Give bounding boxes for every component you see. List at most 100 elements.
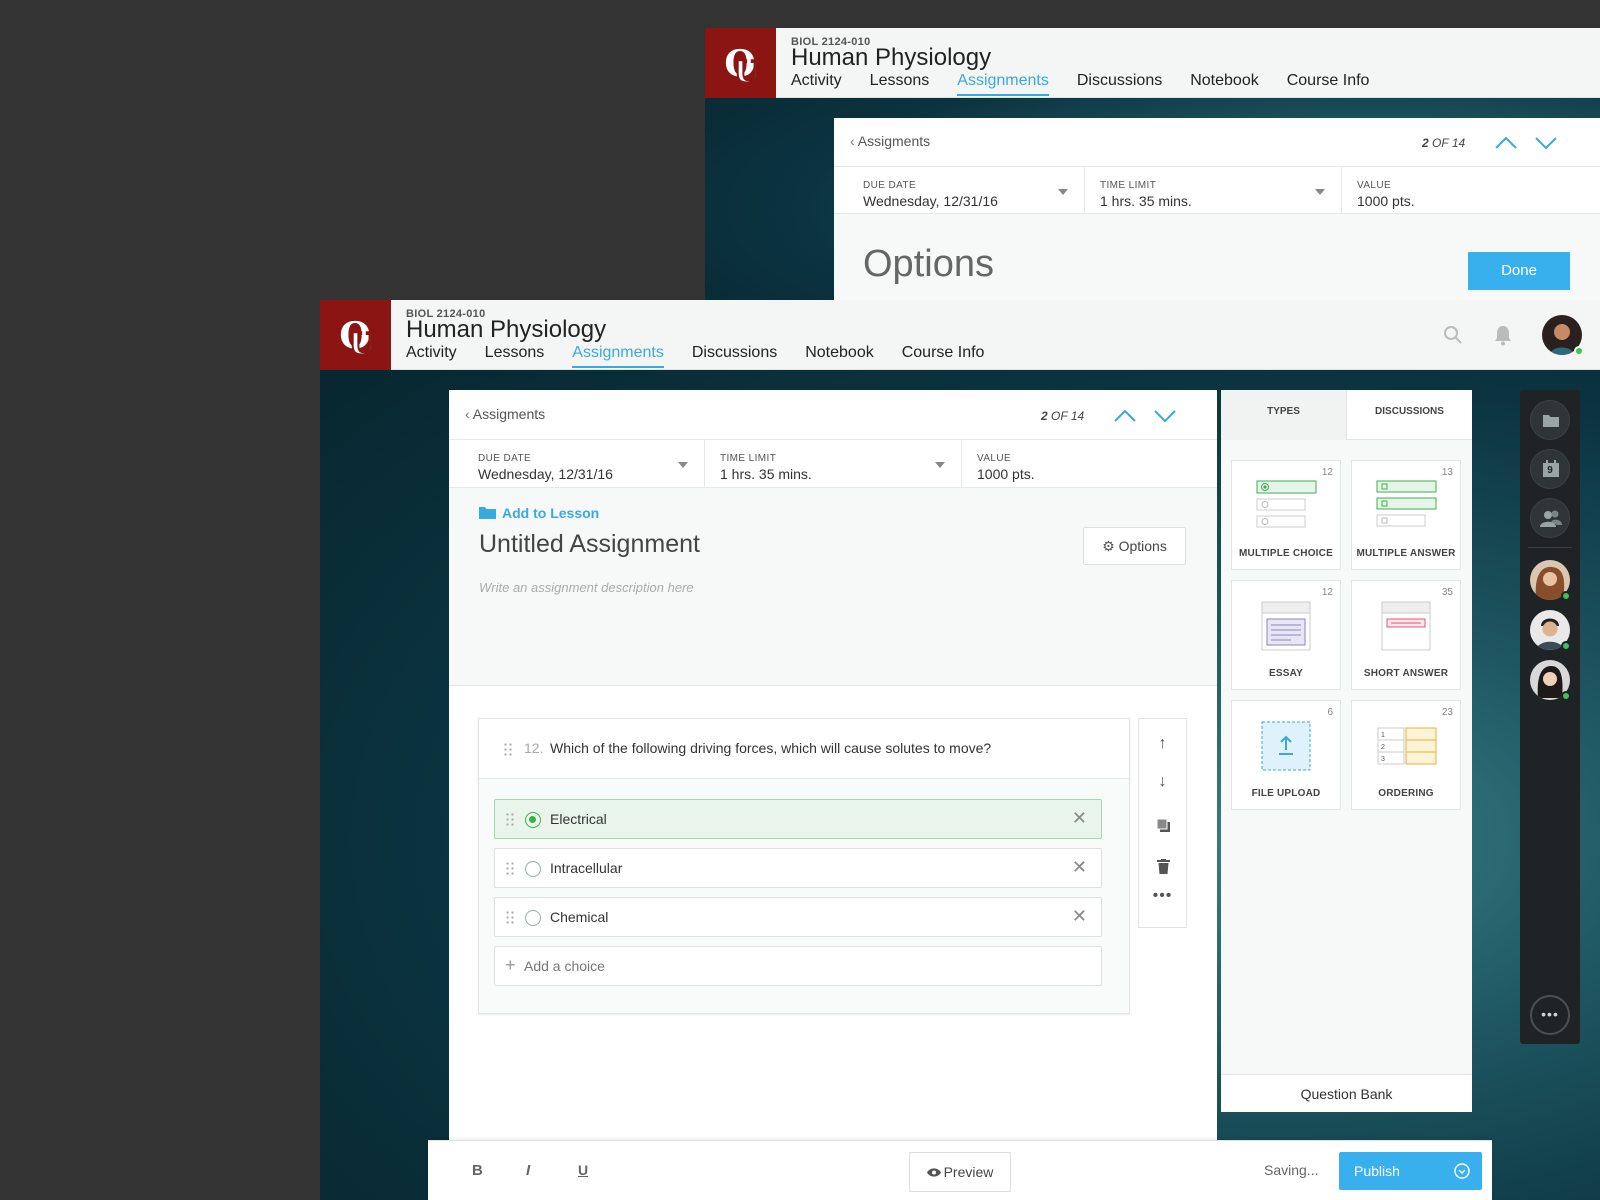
assignment-counter: 2 OF 14	[1041, 409, 1085, 423]
calendar-day: 9	[1547, 465, 1553, 476]
nav-discussions[interactable]: Discussions	[692, 344, 777, 368]
underline-button[interactable]: U	[578, 1162, 588, 1178]
type-multiple-choice[interactable]: 12 MULTIPLE CHOICE	[1231, 460, 1341, 570]
back-window: OU BIOL 2124-010 Human Physiology Activi…	[705, 28, 1600, 328]
arrow-down-icon[interactable]: ↓	[1139, 773, 1186, 791]
svg-text:3: 3	[1381, 756, 1385, 763]
chevron-left-icon: ‹	[465, 406, 473, 422]
more-rail-button[interactable]: •••	[1530, 995, 1570, 1035]
back-header: OU BIOL 2124-010 Human Physiology Activi…	[705, 28, 1600, 98]
search-icon[interactable]	[1443, 325, 1463, 345]
value-field[interactable]: VALUE 1000 pts.	[962, 440, 1217, 487]
type-short-answer[interactable]: 35 SHORT ANSWER	[1351, 580, 1461, 690]
assignment-title[interactable]: Untitled Assignment	[479, 530, 700, 559]
assignment-meta: DUE DATE Wednesday, 12/31/16 TIME LIMIT 1 …	[834, 166, 1600, 214]
type-ordering[interactable]: 23 123 ORDERING	[1351, 700, 1461, 810]
svg-text:2: 2	[1381, 744, 1385, 751]
choice-option[interactable]: Chemical ✕	[494, 897, 1102, 937]
add-to-lesson-link[interactable]: Add to Lesson	[479, 505, 599, 521]
nav-assignments[interactable]: Assignments	[572, 344, 664, 368]
chevron-up-icon[interactable]	[1494, 136, 1518, 150]
nav-notebook[interactable]: Notebook	[805, 344, 874, 368]
eye-icon	[926, 1168, 941, 1177]
short-answer-icon	[1381, 601, 1431, 651]
due-date-field[interactable]: DUE DATE Wednesday, 12/31/16	[834, 167, 1085, 213]
question-bank-panel: TYPES DISCUSSIONS 12 MULTIPLE CHOICE 13 …	[1221, 390, 1472, 1112]
folder-rail-button[interactable]	[1530, 400, 1570, 440]
caret-down-icon	[1058, 189, 1068, 195]
ou-logo: OU	[705, 28, 776, 98]
front-header: OU BIOL 2124-010 Human Physiology Activi…	[320, 300, 1600, 370]
options-button[interactable]: ⚙ Options	[1083, 527, 1186, 565]
type-file-upload[interactable]: 6 FILE UPLOAD	[1231, 700, 1341, 810]
bold-button[interactable]: B	[472, 1162, 483, 1179]
preview-button[interactable]: Preview	[909, 1152, 1011, 1192]
online-status-icon	[1561, 641, 1571, 651]
question-text[interactable]: Which of the following driving forces, w…	[550, 740, 991, 756]
type-essay[interactable]: 12 ESSAY	[1231, 580, 1341, 690]
online-status-icon	[1561, 691, 1571, 701]
back-assignment-card: ‹ Assigments 2 OF 14 DUE DATE Wednesday, …	[834, 118, 1600, 328]
add-choice-button[interactable]: + Add a choice	[494, 946, 1102, 986]
nav-notebook[interactable]: Notebook	[1190, 72, 1259, 96]
assignment-counter: 2 OF 14	[1422, 136, 1466, 150]
svg-text:U: U	[734, 55, 760, 90]
question-bank-footer[interactable]: Question Bank	[1221, 1074, 1472, 1112]
nav-lessons[interactable]: Lessons	[870, 72, 930, 96]
course-nav: Activity Lessons Assignments Discussions…	[406, 344, 1012, 368]
radio-selected-icon[interactable]	[525, 812, 541, 828]
tab-types[interactable]: TYPES	[1221, 390, 1346, 440]
nav-lessons[interactable]: Lessons	[485, 344, 545, 368]
publish-button[interactable]: Publish	[1339, 1152, 1482, 1190]
options-heading: Options	[863, 243, 994, 285]
drag-handle-icon[interactable]	[503, 742, 513, 756]
time-limit-field[interactable]: TIME LIMIT 1 hrs. 35 mins.	[705, 440, 962, 487]
duplicate-icon[interactable]	[1157, 819, 1171, 833]
close-icon[interactable]: ✕	[1072, 857, 1087, 878]
essay-icon	[1261, 601, 1311, 651]
radio-icon[interactable]	[525, 910, 541, 926]
upload-icon	[1261, 721, 1311, 771]
nav-activity[interactable]: Activity	[791, 72, 842, 96]
tab-discussions[interactable]: DISCUSSIONS	[1346, 390, 1472, 440]
back-link[interactable]: ‹ Assigments	[850, 133, 930, 149]
value-field[interactable]: VALUE 1000 pts.	[1342, 167, 1600, 213]
assignment-details: Add to Lesson Untitled Assignment ⚙ Opti…	[449, 488, 1217, 686]
due-date-field[interactable]: DUE DATE Wednesday, 12/31/16	[449, 440, 705, 487]
chevron-down-icon[interactable]	[1534, 136, 1558, 150]
description-input[interactable]: Write an assignment description here	[479, 580, 694, 595]
done-button[interactable]: Done	[1468, 252, 1570, 290]
caret-down-icon	[935, 462, 945, 468]
calendar-rail-button[interactable]: 9	[1530, 449, 1570, 489]
chevron-left-icon: ‹	[850, 133, 858, 149]
nav-assignments[interactable]: Assignments	[957, 72, 1049, 96]
choice-option[interactable]: Electrical ✕	[494, 799, 1102, 839]
close-icon[interactable]: ✕	[1072, 808, 1087, 829]
trash-icon[interactable]	[1157, 859, 1170, 874]
chevron-down-icon[interactable]	[1153, 409, 1177, 423]
arrow-up-icon[interactable]: ↑	[1139, 735, 1186, 753]
radio-icon[interactable]	[525, 861, 541, 877]
italic-button[interactable]: I	[526, 1162, 530, 1179]
plus-icon: +	[505, 955, 516, 975]
svg-text:1: 1	[1381, 732, 1385, 739]
caret-down-icon	[1315, 189, 1325, 195]
nav-discussions[interactable]: Discussions	[1077, 72, 1162, 96]
type-multiple-answer[interactable]: 13 MULTIPLE ANSWER	[1351, 460, 1461, 570]
choice-option[interactable]: Intracellular ✕	[494, 848, 1102, 888]
people-rail-button[interactable]	[1530, 498, 1570, 538]
online-status-icon	[1561, 591, 1571, 601]
chevron-up-icon[interactable]	[1113, 409, 1137, 423]
drag-handle-icon	[505, 910, 515, 924]
chevron-down-circle-icon[interactable]	[1454, 1163, 1470, 1179]
people-icon	[1540, 510, 1562, 527]
nav-activity[interactable]: Activity	[406, 344, 457, 368]
close-icon[interactable]: ✕	[1072, 906, 1087, 927]
nav-course-info[interactable]: Course Info	[902, 344, 985, 368]
nav-course-info[interactable]: Course Info	[1287, 72, 1370, 96]
assignment-editor: ‹ Assigments 2 OF 14 DUE DATE Wednesday, …	[449, 390, 1217, 1160]
more-icon[interactable]: •••	[1139, 887, 1186, 905]
time-limit-field[interactable]: TIME LIMIT 1 hrs. 35 mins.	[1085, 167, 1342, 213]
back-link[interactable]: ‹ Assigments	[465, 406, 545, 422]
bell-icon[interactable]	[1493, 324, 1513, 346]
